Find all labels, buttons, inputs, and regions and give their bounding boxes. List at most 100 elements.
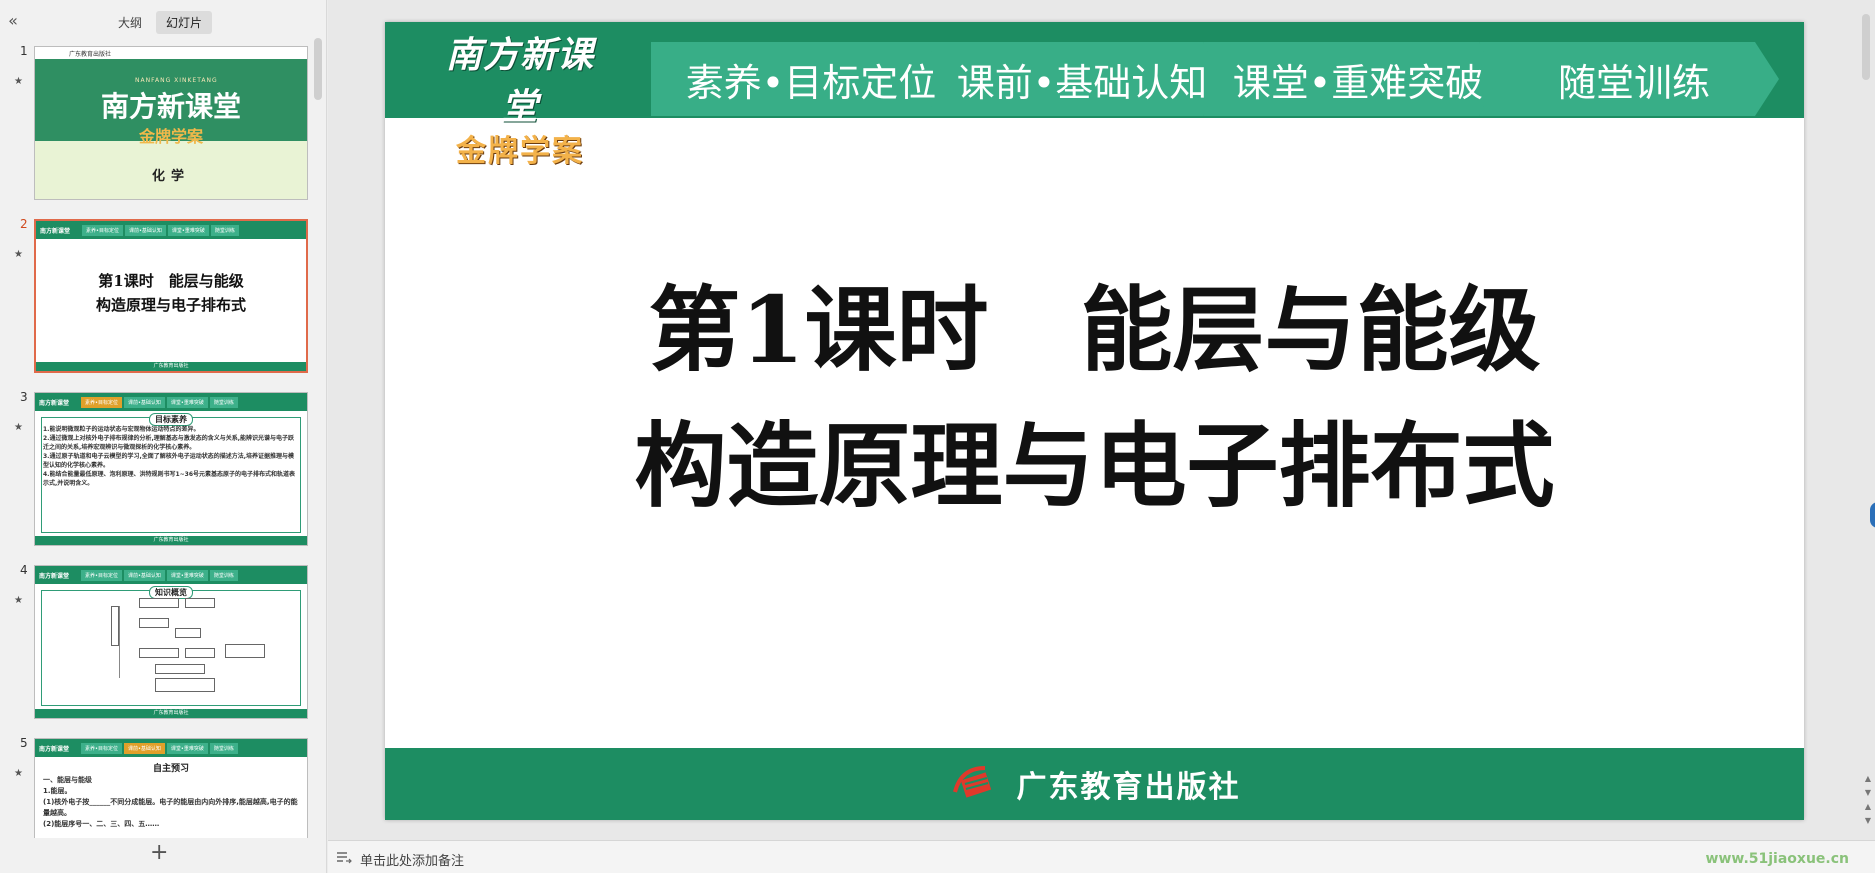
- mini-tab: 课堂•重难突破: [166, 742, 208, 754]
- thumbnail-slide-4[interactable]: 南方新课堂 素养•目标定位 课前•基础认知 课堂•重难突破 随堂训练 知识概览: [34, 565, 308, 719]
- mini-header: 南方新课堂 素养•目标定位 课前•基础认知 课堂•重难突破 随堂训练: [35, 393, 307, 411]
- nav-goals[interactable]: 素养•目标定位: [651, 42, 961, 116]
- mini-tab: 素养•目标定位: [81, 396, 122, 408]
- mini-heading: 自主预习: [152, 764, 189, 774]
- mini-tab: 随堂训练: [209, 396, 238, 408]
- thumbnail-row-5: 5 ★ 南方新课堂 素养•目标定位 课前•基础认知 课堂•重难突破 随堂训练 自…: [0, 730, 318, 838]
- tree-node: [139, 598, 179, 608]
- nav-label: 随堂训练: [1557, 60, 1710, 105]
- mini-text-line: (2)能层序号一、二、三、四、五……: [43, 820, 160, 828]
- thumbnail-row-1: 1 ★ 广东教育出版社 NANFANG XINKETANG 南方新课堂 金牌学案…: [0, 38, 318, 200]
- mini-tab: 课堂•重难突破: [166, 396, 208, 408]
- thumbnail-number: 1: [20, 44, 28, 58]
- mini-logo: 南方新课堂: [39, 399, 70, 407]
- mini-tab: 课堂•重难突破: [166, 569, 208, 581]
- brand-sub-text: 金牌学案: [456, 134, 584, 169]
- thumbnail-row-2: 2 ★ 南方新课堂 素养•目标定位 课前•基础认知 课堂•重难突破 随堂训练 第…: [0, 211, 318, 373]
- slide-nav: 素养•目标定位 课前•基础认知 课堂•重难突破 随堂训练: [651, 42, 1781, 116]
- tree-connector: [119, 606, 120, 678]
- nav-label: 课堂•重难突破: [1232, 60, 1484, 105]
- mini-text-line: 1.能说明微观粒子的运动状态与宏观物体运动特点的差异。: [43, 426, 200, 433]
- thumbnail-row-4: 4 ★ 南方新课堂 素养•目标定位 课前•基础认知 课堂•重难突破 随堂训练 知…: [0, 557, 318, 719]
- notes-input[interactable]: 单击此处添加备注: [360, 850, 464, 869]
- pinyin-text: NANFANG XINKETANG: [135, 77, 218, 84]
- thumbnail-scrollbar[interactable]: [314, 38, 322, 100]
- thumbnail-slide-3[interactable]: 南方新课堂 素养•目标定位 课前•基础认知 课堂•重难突破 随堂训练 目标素养 …: [34, 392, 308, 546]
- collapse-panel-icon[interactable]: «: [4, 12, 22, 30]
- mini-logo: 南方新课堂: [40, 227, 71, 235]
- slide-panel: « 大纲 幻灯片 1 ★ 广东教育出版社 NANFANG XINKETANG 南…: [0, 0, 327, 873]
- nav-preview[interactable]: 课前•基础认知: [927, 42, 1227, 116]
- scroll-arrows-icon[interactable]: ▲ ▼ ▲ ▼: [1864, 772, 1872, 828]
- floating-assistant-icon[interactable]: [1870, 502, 1875, 528]
- star-icon: ★: [14, 76, 23, 87]
- mini-header: 南方新课堂 素养•目标定位 课前•基础认知 课堂•重难突破 随堂训练: [35, 739, 307, 757]
- thumbnail-slide-1[interactable]: 广东教育出版社 NANFANG XINKETANG 南方新课堂 金牌学案 化学: [34, 46, 308, 200]
- slide-title-line2: 构造原理与电子排布式: [634, 412, 1555, 520]
- mini-logo: 南方新课堂: [39, 572, 70, 580]
- publisher-logo-icon: [949, 762, 1003, 806]
- mini-tab: 随堂训练: [209, 569, 238, 581]
- star-icon: ★: [14, 249, 23, 260]
- slide-footer: 广东教育出版社: [385, 748, 1804, 820]
- star-icon: ★: [14, 768, 23, 779]
- thumbnail-slide-5[interactable]: 南方新课堂 素养•目标定位 课前•基础认知 课堂•重难突破 随堂训练 自主预习 …: [34, 738, 308, 838]
- mini-text-line: 1.能层。: [43, 787, 72, 795]
- thumbnail-number: 2: [20, 217, 28, 231]
- nav-key-points[interactable]: 课堂•重难突破: [1203, 42, 1503, 116]
- cover-brand: 南方新课堂: [100, 90, 241, 123]
- mini-logo: 南方新课堂: [39, 745, 70, 753]
- slide-title-line1: 第1课时 能层与能级: [648, 276, 1541, 384]
- mini-tab: 素养•目标定位: [82, 224, 123, 236]
- mini-tab: 课前•基础认知: [124, 224, 166, 236]
- mini-tab: 素养•目标定位: [81, 742, 122, 754]
- mini-text-block: 1.能说明微观粒子的运动状态与宏观物体运动特点的差异。 2.通过微观上对核外电子…: [43, 425, 299, 488]
- mini-header: 南方新课堂 素养•目标定位 课前•基础认知 课堂•重难突破 随堂训练: [36, 221, 306, 239]
- mini-text-line: (1)核外电子按______不同分成能层。电子的能层由内向外排序,能层越高,电子…: [43, 798, 298, 817]
- mini-tab: 课前•基础认知: [123, 396, 165, 408]
- thumbnail-number: 3: [20, 390, 28, 404]
- notes-bar: 单击此处添加备注 www.51jiaoxue.cn: [328, 840, 1875, 873]
- tab-slides[interactable]: 幻灯片: [156, 11, 213, 34]
- mini-text-block: 一、能层与能级 1.能层。 (1)核外电子按______不同分成能层。电子的能层…: [43, 775, 299, 830]
- mini-tab: 随堂训练: [210, 224, 239, 236]
- add-slide-button[interactable]: +: [150, 842, 168, 864]
- tree-node: [225, 644, 265, 658]
- thumbnail-slide-2[interactable]: 南方新课堂 素养•目标定位 课前•基础认知 课堂•重难突破 随堂训练 第1课时 …: [34, 219, 308, 373]
- slide-header: 南方新课堂 金牌学案 素养•目标定位 课前•基础认知 课堂•重难突破 随堂训练: [385, 22, 1804, 169]
- tree-node: [155, 678, 215, 692]
- mini-footer: 广东教育出版社: [36, 362, 306, 371]
- tab-outline[interactable]: 大纲: [108, 11, 152, 34]
- mini-title-line2: 构造原理与电子排布式: [95, 296, 246, 314]
- tree-node: [139, 648, 179, 658]
- mini-text-line: 2.通过微观上对核外电子排布规律的分析,理解基态与激发态的含义与关系,能辨识光谱…: [43, 435, 295, 451]
- cover-subject: 化学: [151, 169, 190, 184]
- star-icon: ★: [14, 595, 23, 606]
- mini-header: 南方新课堂 素养•目标定位 课前•基础认知 课堂•重难突破 随堂训练: [35, 566, 307, 584]
- mini-title: 第1课时 能层与能级 构造原理与电子排布式: [36, 269, 306, 317]
- mini-tab: 课前•基础认知: [123, 569, 165, 581]
- thumbnail-list: 1 ★ 广东教育出版社 NANFANG XINKETANG 南方新课堂 金牌学案…: [0, 38, 318, 838]
- nav-label: 课前•基础认知: [956, 60, 1208, 105]
- thumbnail-number: 5: [20, 736, 28, 750]
- tree-node: [155, 664, 205, 674]
- watermark-text: www.51jiaoxue.cn: [1705, 851, 1849, 867]
- tree-node: [185, 598, 215, 608]
- nav-label: 素养•目标定位: [685, 60, 937, 105]
- mini-tab: 素养•目标定位: [81, 569, 122, 581]
- tree-node: [185, 648, 215, 658]
- mini-title-line1: 第1课时 能层与能级: [98, 272, 244, 290]
- slide-title[interactable]: 第1课时 能层与能级 构造原理与电子排布式: [385, 262, 1804, 534]
- mini-text-line: 4.能结合能量最低原理、泡利原理、洪特规则书写1~36号元素基态原子的电子排布式…: [43, 471, 296, 487]
- mini-footer: 广东教育出版社: [35, 709, 307, 718]
- nav-practice[interactable]: 随堂训练: [1479, 42, 1779, 116]
- editor-scrollbar[interactable]: [1862, 14, 1870, 80]
- current-slide[interactable]: 南方新课堂 金牌学案 素养•目标定位 课前•基础认知 课堂•重难突破 随堂训练 …: [385, 22, 1804, 820]
- mini-tab: 课前•基础认知: [123, 742, 165, 754]
- tree-node: [139, 618, 169, 628]
- notes-icon: [336, 850, 352, 864]
- thumbnail-number: 4: [20, 563, 28, 577]
- mini-footer: 广东教育出版社: [35, 536, 307, 545]
- tree-node: [111, 606, 119, 646]
- thumbnail-row-3: 3 ★ 南方新课堂 素养•目标定位 课前•基础认知 课堂•重难突破 随堂训练 目…: [0, 384, 318, 546]
